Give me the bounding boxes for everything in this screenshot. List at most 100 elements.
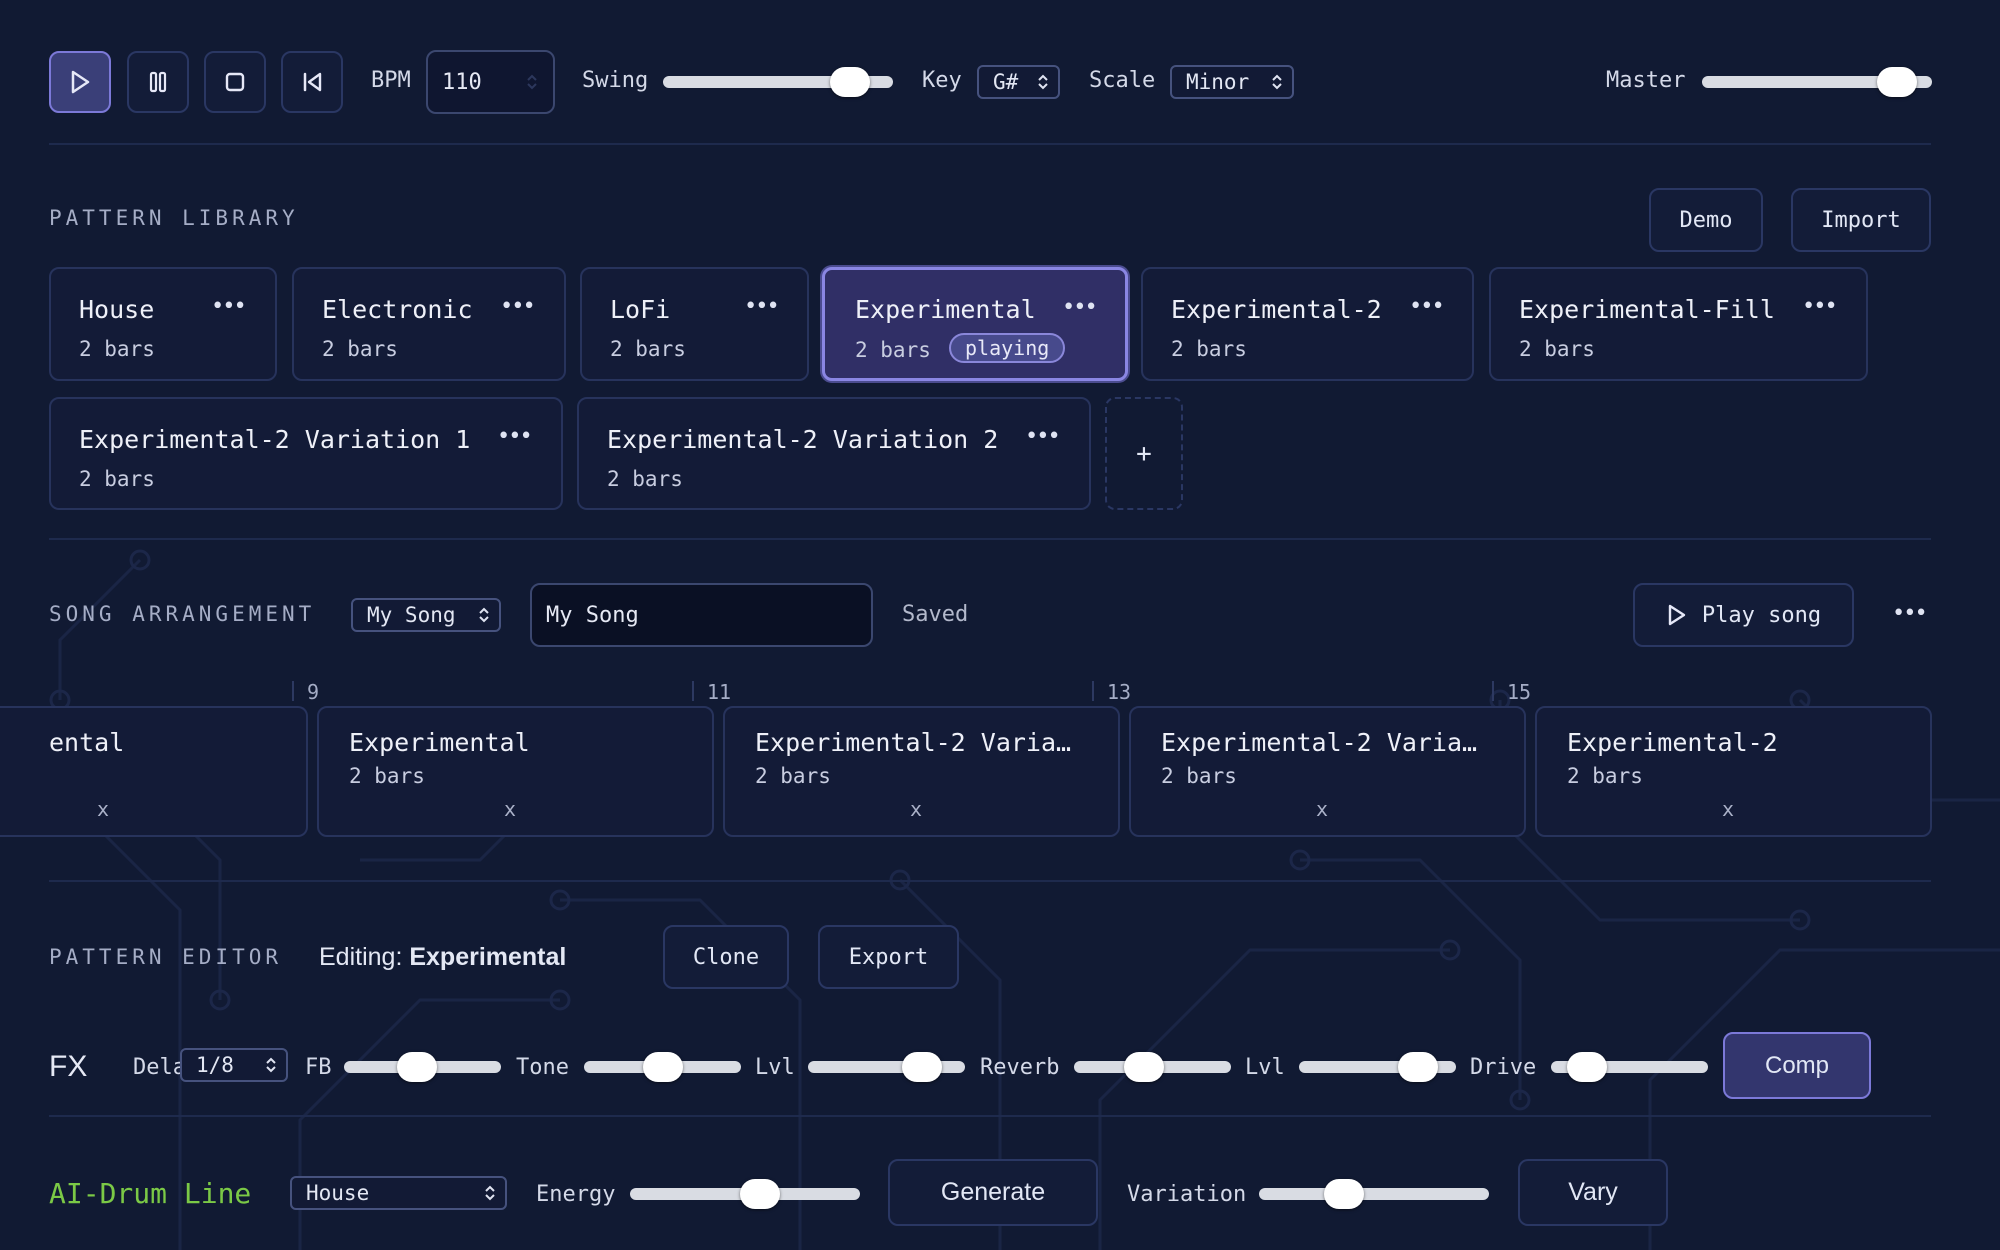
more-icon[interactable]: ••• bbox=[1409, 294, 1445, 319]
song-select[interactable]: My Song bbox=[351, 598, 501, 632]
slider-thumb[interactable] bbox=[397, 1052, 437, 1082]
slider-thumb[interactable] bbox=[1398, 1052, 1438, 1082]
delay-level-slider[interactable] bbox=[808, 1052, 965, 1082]
bpm-input[interactable]: 110 bbox=[426, 50, 555, 114]
delay-time-select[interactable]: 1/8 bbox=[180, 1048, 288, 1082]
import-button[interactable]: Import bbox=[1791, 188, 1931, 252]
divider bbox=[49, 880, 1931, 882]
master-volume-slider[interactable] bbox=[1702, 67, 1932, 97]
song-block[interactable]: Experimental-2 Varia… 2 bars x bbox=[723, 706, 1120, 837]
song-name-input[interactable]: My Song bbox=[530, 583, 873, 647]
editing-prefix: Editing: bbox=[319, 943, 403, 971]
key-select[interactable]: G# bbox=[977, 65, 1060, 99]
play-button[interactable] bbox=[49, 51, 111, 113]
slider-thumb[interactable] bbox=[902, 1052, 942, 1082]
reverb-label: Reverb bbox=[980, 1055, 1060, 1080]
tone-slider[interactable] bbox=[584, 1052, 741, 1082]
pattern-name: Electronic bbox=[322, 295, 473, 324]
pattern-name: Experimental-Fill bbox=[1519, 295, 1775, 324]
editing-label: Editing: Experimental bbox=[319, 943, 566, 972]
more-icon[interactable]: ••• bbox=[1802, 294, 1838, 319]
ai-drum-line-title: AI-Drum Line bbox=[49, 1177, 252, 1210]
key-value: G# bbox=[993, 70, 1019, 94]
pattern-card-lofi[interactable]: LoFi 2 bars ••• bbox=[580, 267, 809, 381]
add-pattern-button[interactable]: + bbox=[1105, 397, 1183, 510]
remove-block-button[interactable]: x bbox=[910, 797, 922, 821]
more-icon[interactable]: ••• bbox=[1892, 601, 1928, 626]
pattern-name: LoFi bbox=[610, 295, 671, 324]
chevron-updown-icon bbox=[266, 1057, 276, 1073]
remove-block-button[interactable]: x bbox=[504, 797, 516, 821]
song-block-name: Experimental bbox=[349, 728, 530, 757]
scale-select[interactable]: Minor bbox=[1170, 65, 1294, 99]
reverb-level-slider[interactable] bbox=[1299, 1052, 1456, 1082]
timeline-tick-label: 15 bbox=[1507, 680, 1532, 704]
pattern-library-title: PATTERN LIBRARY bbox=[49, 206, 299, 230]
more-icon[interactable]: ••• bbox=[744, 294, 780, 319]
more-icon[interactable]: ••• bbox=[1062, 295, 1098, 320]
slider-thumb[interactable] bbox=[740, 1179, 780, 1209]
swing-slider[interactable] bbox=[663, 67, 893, 97]
pattern-bars: 2 bars bbox=[322, 337, 398, 361]
clone-button[interactable]: Clone bbox=[663, 925, 789, 989]
more-icon[interactable]: ••• bbox=[1025, 424, 1061, 449]
rewind-button[interactable] bbox=[281, 51, 343, 113]
divider bbox=[49, 143, 1931, 145]
ai-style-select[interactable]: House bbox=[290, 1176, 507, 1210]
stop-button[interactable] bbox=[204, 51, 266, 113]
song-block[interactable]: Experimental-2 Varia… 2 bars x bbox=[1129, 706, 1526, 837]
energy-slider[interactable] bbox=[630, 1179, 860, 1209]
remove-block-button[interactable]: x bbox=[1722, 797, 1734, 821]
pattern-card-experimental[interactable]: Experimental 2 bars playing ••• bbox=[822, 267, 1128, 381]
slider-thumb[interactable] bbox=[1124, 1052, 1164, 1082]
pattern-card-experimental-2[interactable]: Experimental-2 2 bars ••• bbox=[1141, 267, 1474, 381]
divider bbox=[49, 1115, 1931, 1117]
demo-button[interactable]: Demo bbox=[1649, 188, 1763, 252]
pattern-card-electronic[interactable]: Electronic 2 bars ••• bbox=[292, 267, 566, 381]
play-song-button[interactable]: Play song bbox=[1633, 583, 1854, 647]
vary-button[interactable]: Vary bbox=[1518, 1159, 1668, 1226]
pattern-card-experimental-2-variation-1[interactable]: Experimental-2 Variation 1 2 bars ••• bbox=[49, 397, 563, 510]
drive-slider[interactable] bbox=[1551, 1052, 1708, 1082]
more-icon[interactable]: ••• bbox=[211, 294, 247, 319]
play-icon bbox=[71, 70, 90, 94]
song-block[interactable]: Experimental 2 bars x bbox=[317, 706, 714, 837]
swing-slider-thumb[interactable] bbox=[830, 67, 870, 97]
song-block-name: ental bbox=[49, 728, 125, 757]
timeline-tick bbox=[1492, 681, 1494, 701]
song-block-name: Experimental-2 bbox=[1567, 728, 1778, 757]
pattern-name: Experimental-2 Variation 1 bbox=[79, 425, 471, 454]
slider-thumb[interactable] bbox=[1324, 1179, 1364, 1209]
variation-slider[interactable] bbox=[1259, 1179, 1489, 1209]
more-icon[interactable]: ••• bbox=[497, 424, 533, 449]
timeline-tick bbox=[1092, 681, 1094, 701]
play-icon bbox=[1668, 604, 1686, 626]
master-slider-thumb[interactable] bbox=[1877, 67, 1917, 97]
slider-thumb[interactable] bbox=[1567, 1052, 1607, 1082]
song-block-name: Experimental-2 Varia… bbox=[755, 728, 1072, 757]
pause-button[interactable] bbox=[127, 51, 189, 113]
generate-button[interactable]: Generate bbox=[888, 1159, 1098, 1226]
stop-icon bbox=[225, 72, 245, 92]
song-block-bars: 2 bars bbox=[1567, 764, 1643, 788]
pattern-card-experimental-2-variation-2[interactable]: Experimental-2 Variation 2 2 bars ••• bbox=[577, 397, 1091, 510]
more-icon[interactable]: ••• bbox=[500, 294, 536, 319]
pattern-card-house[interactable]: House 2 bars ••• bbox=[49, 267, 277, 381]
comp-toggle-button[interactable]: Comp bbox=[1723, 1032, 1871, 1099]
tone-label: Tone bbox=[516, 1055, 569, 1080]
swing-label: Swing bbox=[582, 68, 649, 93]
slider-thumb[interactable] bbox=[643, 1052, 683, 1082]
bpm-value: 110 bbox=[442, 69, 482, 95]
song-block[interactable]: Experimental-2 2 bars x bbox=[1535, 706, 1932, 837]
chevron-updown-icon bbox=[485, 1185, 495, 1201]
pattern-bars: 2 bars bbox=[1519, 337, 1595, 361]
export-button[interactable]: Export bbox=[818, 925, 959, 989]
remove-block-button[interactable]: x bbox=[97, 797, 109, 821]
pattern-card-experimental-fill[interactable]: Experimental-Fill 2 bars ••• bbox=[1489, 267, 1868, 381]
timeline-tick bbox=[292, 681, 294, 701]
reverb-slider[interactable] bbox=[1074, 1052, 1231, 1082]
song-block[interactable]: ental x bbox=[0, 706, 308, 837]
remove-block-button[interactable]: x bbox=[1316, 797, 1328, 821]
skip-back-icon bbox=[303, 72, 322, 92]
feedback-slider[interactable] bbox=[344, 1052, 501, 1082]
